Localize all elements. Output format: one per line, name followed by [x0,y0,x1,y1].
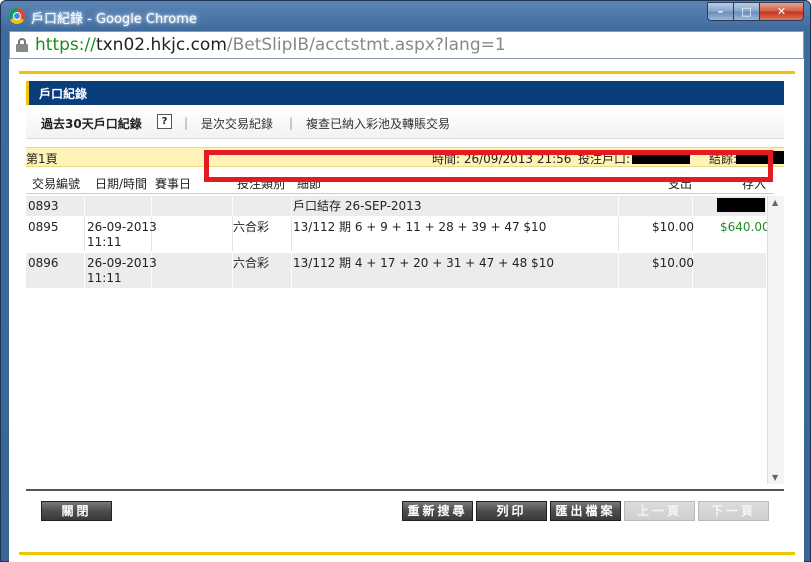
page-title: 戶口紀錄 [39,87,88,101]
row-debit: $10.00 [652,220,694,234]
row-transaction-id: 0895 [28,220,59,234]
col-race-day: 賽事日 [155,177,192,191]
row-detail: 13/112 期 4 + 17 + 20 + 31 + 47 + 48 $10 [293,256,554,270]
row-credit: $640.00 [720,220,770,234]
subtab-current-transactions[interactable]: 是次交易紀錄 [201,115,273,132]
browser-window: 戶口紀錄 - Google Chrome – □ ✕ https://txn02… [0,0,811,562]
footer-divider [26,489,784,491]
close-window-button[interactable]: ✕ [760,2,804,21]
print-button[interactable]: 列印 [476,501,547,521]
help-icon[interactable]: ? [157,114,172,129]
row-bet-type: 六合彩 [233,220,270,234]
search-again-button[interactable]: 重新搜尋 [402,501,473,521]
lock-icon [16,38,28,52]
row-date: 26-09-2013 [87,220,157,234]
scroll-up-icon[interactable]: ▲ [772,198,778,207]
maximize-button[interactable]: □ [734,2,760,21]
minimize-button[interactable]: – [707,2,734,21]
address-bar[interactable]: https://txn02.hkjc.com/BetSlipIB/acctstm… [9,31,804,59]
next-page-button[interactable]: 下一頁 [698,501,769,521]
page-content: 戶口紀錄 過去30天戶口紀錄 ? | 是次交易紀錄 | 複查已納入彩池及轉賬交易… [9,59,804,562]
row-debit: $10.00 [652,256,694,270]
table-row[interactable]: 0893 戶口結存 26-SEP-2013 [26,196,766,217]
url-host: txn02.hkjc.com [95,35,227,55]
row-balance-redacted [717,198,765,212]
url-path: /BetSlipIB/acctstmt.aspx?lang=1 [226,35,506,55]
page-number: 第1頁 [26,152,58,166]
row-time: 11:11 [87,271,122,285]
subtab-separator: | [289,116,294,130]
row-date: 26-09-2013 [87,256,157,270]
page-header: 戶口紀錄 [26,81,784,105]
subtab-past-30-days[interactable]: 過去30天戶口紀錄 [41,115,142,132]
url-text[interactable]: https://txn02.hkjc.com/BetSlipIB/acctstm… [35,35,506,55]
row-transaction-id: 0896 [28,256,59,270]
table-row[interactable]: 0895 26-09-2013 11:11 六合彩 13/112 期 6 + 9… [26,217,770,253]
subtab-separator: | [184,116,189,130]
row-detail: 13/112 期 6 + 9 + 11 + 28 + 39 + 47 $10 [293,220,547,234]
export-button[interactable]: 匯出檔案 [550,501,621,521]
row-time: 11:11 [87,235,122,249]
window-controls: – □ ✕ [707,2,804,21]
table-row[interactable]: 0896 26-09-2013 11:11 六合彩 13/112 期 4 + 1… [26,253,766,289]
col-date-time: 日期/時間 [95,177,148,191]
scroll-down-icon[interactable]: ▼ [772,473,778,482]
highlight-annotation-box [204,150,773,182]
col-transaction-id: 交易編號 [32,177,81,191]
row-detail: 戶口結存 26-SEP-2013 [293,199,422,213]
subtab-bar: 過去30天戶口紀錄 ? | 是次交易紀錄 | 複查已納入彩池及轉賬交易 [26,107,784,139]
window-title: 戶口紀錄 - Google Chrome [31,12,197,27]
transaction-table: 0893 戶口結存 26-SEP-2013 0895 26-09-2013 11… [26,196,770,289]
close-button[interactable]: 關閉 [41,501,112,521]
subtab-pooled-transfers[interactable]: 複查已納入彩池及轉賬交易 [306,115,450,132]
row-transaction-id: 0893 [28,199,59,213]
statement-panel: 戶口紀錄 過去30天戶口紀錄 ? | 是次交易紀錄 | 複查已納入彩池及轉賬交易… [19,71,795,555]
chrome-logo-icon [9,8,25,24]
prev-page-button[interactable]: 上一頁 [624,501,695,521]
title-bar[interactable]: 戶口紀錄 - Google Chrome – □ ✕ [1,1,810,31]
table-scrollbar[interactable]: ▲ ▼ [767,196,784,484]
url-scheme: https:// [35,35,96,55]
row-bet-type: 六合彩 [233,256,270,270]
